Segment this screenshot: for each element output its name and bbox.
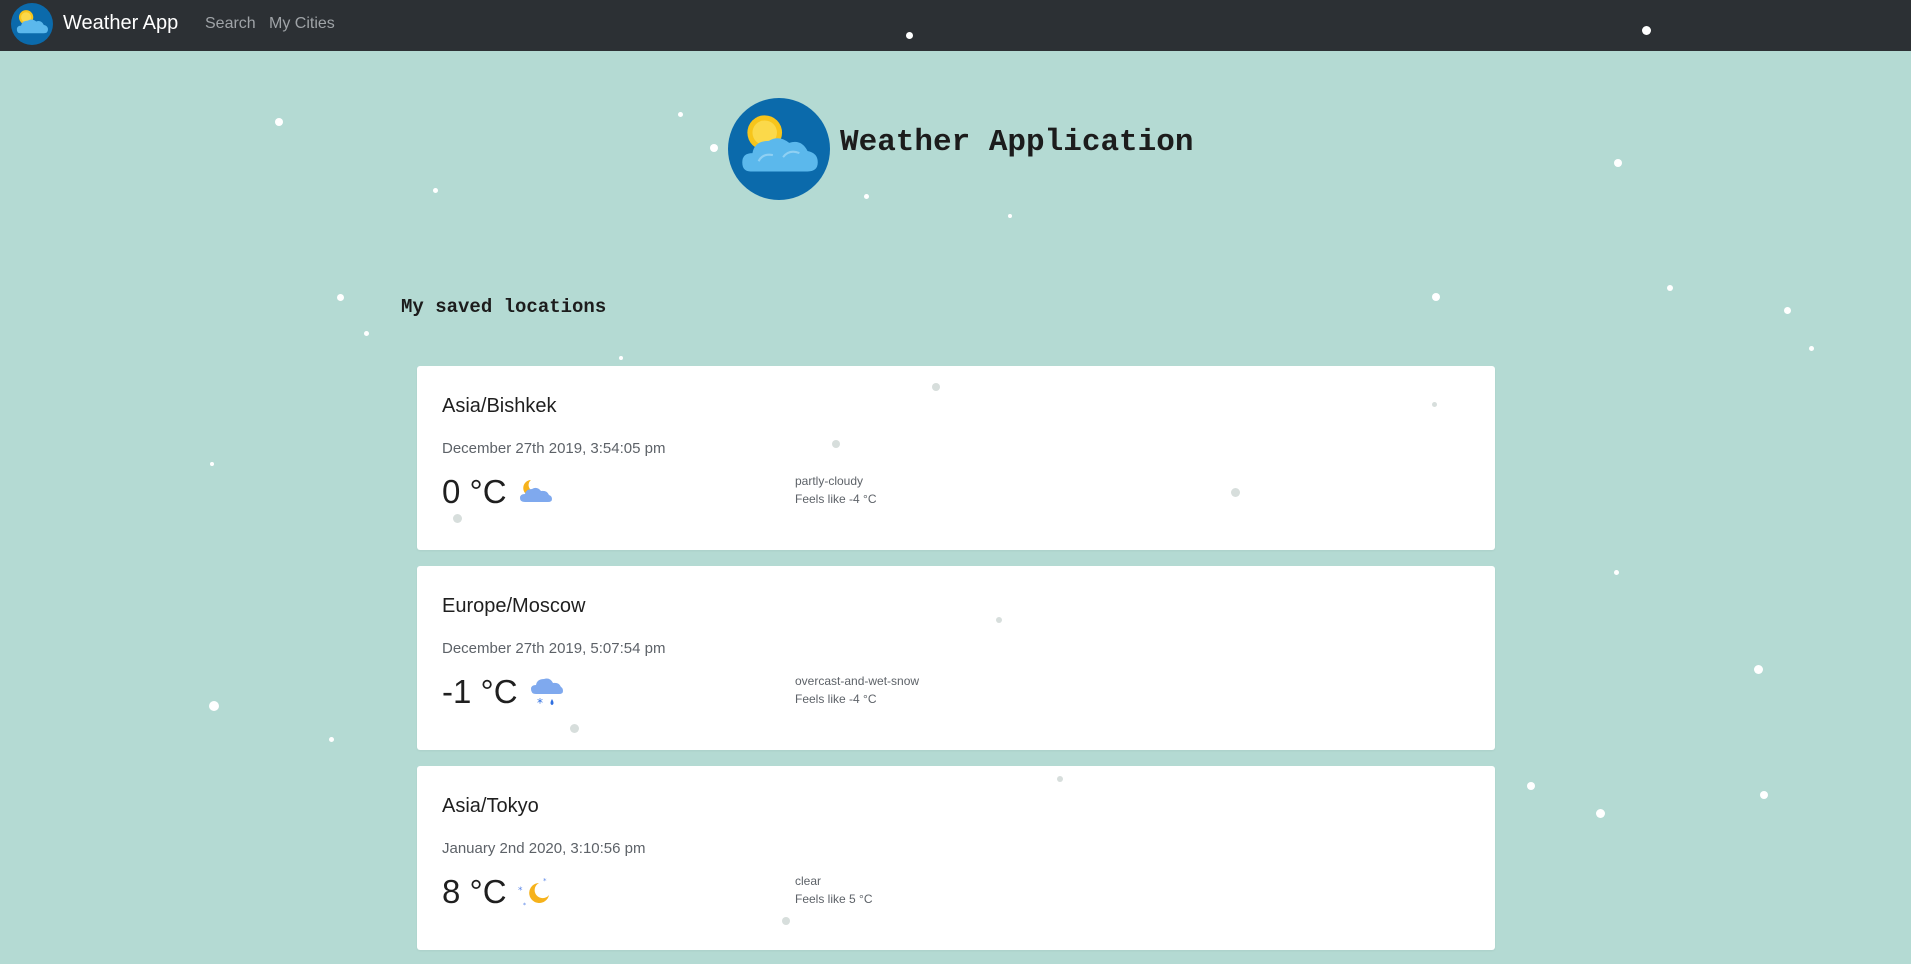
snowflake [864,194,869,199]
nav-link-my-cities[interactable]: My Cities [269,14,335,34]
snowflake [1809,346,1814,351]
card-feels-like: Feels like -4 °C [795,692,877,706]
location-card[interactable]: Asia/Tokyo January 2nd 2020, 3:10:56 pm … [417,766,1495,950]
location-card[interactable]: Asia/Bishkek December 27th 2019, 3:54:05… [417,366,1495,550]
snowflake [275,118,283,126]
card-temperature: 8 °C * * * [442,873,553,911]
card-datetime: December 27th 2019, 3:54:05 pm [442,440,666,457]
card-datetime: December 27th 2019, 5:07:54 pm [442,640,666,657]
snowflake [1432,402,1437,407]
snowflake [453,514,462,523]
snowflake [906,32,913,39]
snowflake [1784,307,1791,314]
snowflake [1057,776,1063,782]
temperature-value: 8 °C [442,873,507,910]
snowflake [832,440,840,448]
snowflake [1760,791,1768,799]
section-title: My saved locations [401,296,607,318]
svg-text:*: * [523,902,526,909]
card-city: Europe/Moscow [442,595,586,617]
card-temperature: 0 °C [442,473,553,511]
snowflake [782,917,790,925]
svg-text:*: * [518,886,523,896]
card-description: partly-cloudy [795,474,864,488]
snowflake [996,617,1002,623]
card-feels-like: Feels like -4 °C [795,492,877,506]
nav-link-search[interactable]: Search [205,14,256,34]
snowflake [1231,488,1240,497]
temperature-value: -1 °C [442,673,518,710]
partly-cloudy-night-icon [519,480,552,502]
svg-text:*: * [543,877,547,885]
snowflake [1614,159,1622,167]
snowflake [1754,665,1763,674]
sun-cloud-icon [728,98,830,200]
snowflake [1527,782,1535,790]
card-description: clear [795,874,822,888]
snowflake [364,331,369,336]
card-temperature: -1 °C * [442,673,564,711]
clear-night-icon: * * * [518,877,549,909]
snowflake [932,383,940,391]
snowflake [1614,570,1619,575]
snowflake [1596,809,1605,818]
card-city: Asia/Bishkek [442,395,557,417]
temperature-value: 0 °C [442,473,507,510]
snowflake [1432,293,1440,301]
card-city: Asia/Tokyo [442,795,539,817]
snowflake [433,188,438,193]
snowflake [570,724,579,733]
sun-cloud-icon[interactable] [11,3,53,45]
snowflake [1667,285,1673,291]
navbar: Weather App Search My Cities [0,0,1911,51]
snowflake [678,112,683,117]
location-card[interactable]: Europe/Moscow December 27th 2019, 5:07:5… [417,566,1495,750]
snowflake [209,701,219,711]
snowflake [619,356,623,360]
card-feels-like: Feels like 5 °C [795,892,873,906]
snowflake [337,294,344,301]
brand-title[interactable]: Weather App [63,11,178,35]
wet-snow-icon: * [530,678,563,709]
card-description: overcast-and-wet-snow [795,674,920,688]
page-title: Weather Application [840,125,1194,160]
snowflake [1008,214,1012,218]
card-datetime: January 2nd 2020, 3:10:56 pm [442,840,646,857]
snowflake [710,144,718,152]
snowflake [210,462,214,466]
svg-text:*: * [537,696,543,709]
snowflake [1642,26,1651,35]
snowflake [329,737,334,742]
